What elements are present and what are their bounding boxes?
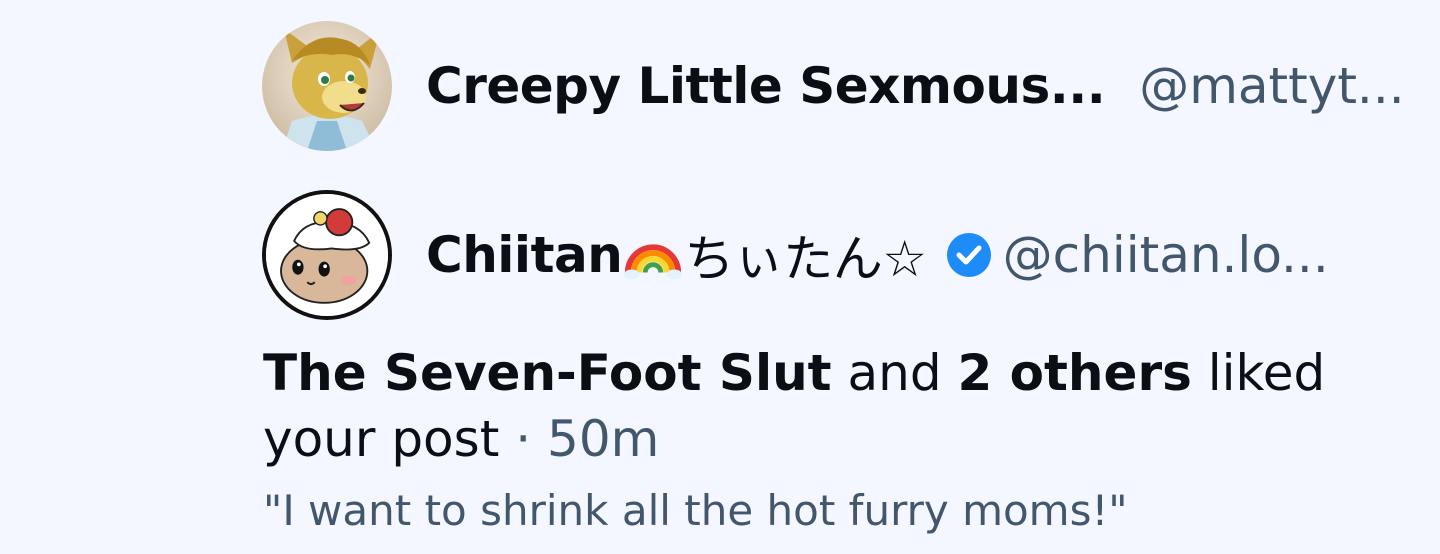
time-separator: · [515,410,532,468]
liker-row-1[interactable]: Creepy Little Sexmous... @mattyt... [262,20,1405,152]
fox-avatar-icon[interactable] [262,21,392,151]
actor-name[interactable]: The Seven-Foot Slut [263,344,832,402]
display-name[interactable]: Creepy Little Sexmous... [426,57,1106,115]
conjunction: and [847,344,942,402]
display-name[interactable]: Chiitan ちぃたん☆ [426,219,927,291]
notification-text: The Seven-Foot Slut and 2 others liked y… [263,340,1383,472]
post-preview[interactable]: "I want to shrink all the hot furry moms… [263,480,1383,542]
others-count[interactable]: 2 others [957,344,1191,402]
user-name-line: Chiitan ちぃたん☆ @chiitan.lo... [426,219,1329,291]
verified-badge-icon [945,231,993,279]
notification-item[interactable]: Creepy Little Sexmous... @mattyt... Chii… [0,0,1440,554]
chiitan-avatar-icon[interactable] [262,190,392,320]
user-handle[interactable]: @chiitan.lo... [1003,226,1329,284]
display-name-suffix: ちぃたん☆ [684,230,927,288]
user-handle[interactable]: @mattyt... [1139,57,1404,115]
timestamp: 50m [547,410,660,468]
user-name-line: Creepy Little Sexmous... @mattyt... [426,57,1405,115]
rainbow-emoji-icon [622,224,684,286]
display-name-prefix: Chiitan [426,226,623,284]
liker-row-2[interactable]: Chiitan ちぃたん☆ @chiitan.lo... [262,189,1382,321]
